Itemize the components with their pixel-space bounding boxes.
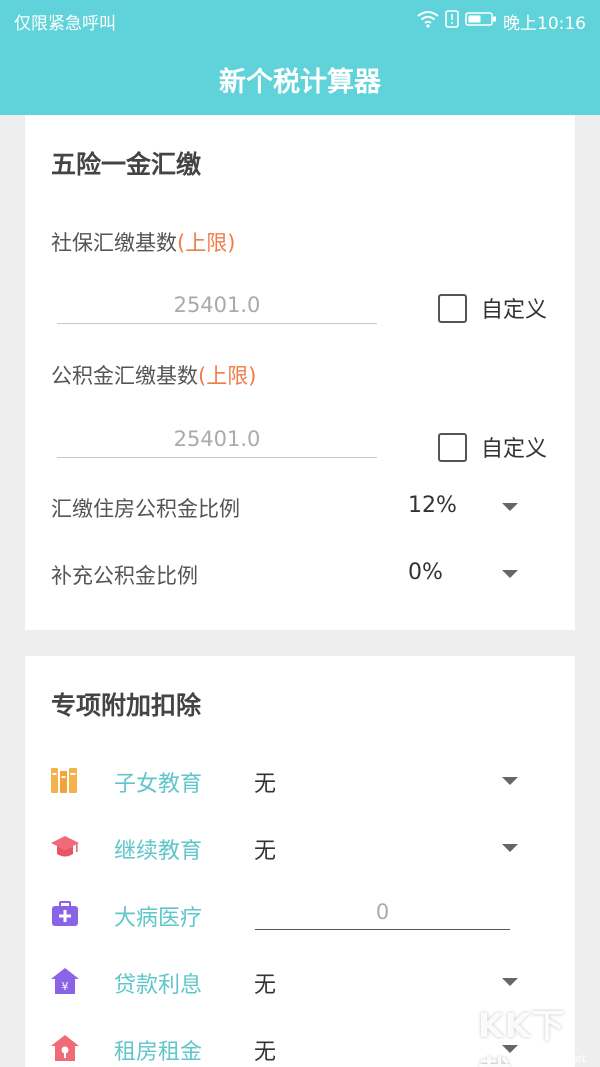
fund-base-custom-toggle[interactable]: 自定义	[438, 431, 547, 463]
serious-illness-label: 大病医疗	[114, 906, 203, 931]
child-education-label: 子女教育	[114, 772, 203, 797]
social-base-custom-checkbox[interactable]	[438, 293, 467, 323]
fund-ratio-select[interactable]: 12%	[408, 493, 457, 518]
loan-interest-label: 贷款利息	[114, 973, 203, 998]
fund-ratio-label: 汇缴住房公积金比例	[51, 497, 240, 521]
fund-base-label-text: 公积金汇缴基数	[51, 364, 198, 388]
continuing-education-select[interactable]: 无	[254, 833, 276, 865]
fund-base-limit-tag: (上限)	[198, 364, 257, 388]
app-title: 新个税计算器	[219, 67, 381, 98]
app-header: 仅限紧急呼叫 晚上10:16 新个税计算器	[0, 0, 600, 115]
wifi-icon	[417, 10, 439, 33]
supp-ratio-dropdown-icon[interactable]	[502, 570, 518, 578]
svg-text:¥: ¥	[62, 980, 69, 993]
deductions-section-title: 专项附加扣除	[51, 691, 202, 720]
child-education-dropdown-icon[interactable]	[502, 777, 518, 785]
social-base-limit-tag: (上限)	[177, 231, 236, 255]
social-base-label: 社保汇缴基数(上限)	[51, 227, 235, 257]
fund-base-custom-label: 自定义	[481, 437, 548, 462]
fund-ratio-dropdown-icon[interactable]	[502, 503, 518, 511]
insurance-card: 五险一金汇缴 社保汇缴基数(上限) 自定义 公积金汇缴基数(上限) 自定义 汇缴…	[25, 115, 575, 630]
status-carrier-text: 仅限紧急呼叫	[14, 14, 116, 34]
alert-sim-icon	[445, 10, 459, 33]
books-icon	[50, 765, 80, 795]
status-bar-right: 晚上10:16	[417, 9, 586, 34]
house-rent-select[interactable]: 无	[254, 1034, 276, 1066]
social-base-custom-label: 自定义	[481, 298, 548, 323]
status-time: 晚上10:16	[503, 14, 586, 34]
fund-base-label: 公积金汇缴基数(上限)	[51, 360, 256, 390]
serious-illness-input[interactable]	[255, 894, 510, 930]
fund-base-custom-checkbox[interactable]	[438, 432, 467, 462]
watermark-url: www.kkx.net	[515, 1052, 586, 1065]
child-education-select[interactable]: 无	[254, 766, 276, 798]
house-rent-label: 租房租金	[114, 1040, 203, 1065]
fund-base-input[interactable]	[57, 420, 377, 458]
continuing-education-label: 继续教育	[114, 839, 203, 864]
social-base-custom-toggle[interactable]: 自定义	[438, 292, 547, 324]
supp-ratio-label: 补充公积金比例	[51, 564, 198, 588]
loan-interest-dropdown-icon[interactable]	[502, 978, 518, 986]
social-base-label-text: 社保汇缴基数	[51, 231, 177, 255]
house-yen-icon: ¥	[50, 966, 80, 996]
watermark: KK下载 www.kkx.net	[478, 997, 596, 1067]
insurance-section-title: 五险一金汇缴	[51, 150, 202, 179]
continuing-education-dropdown-icon[interactable]	[502, 844, 518, 852]
graduation-cap-icon	[50, 832, 80, 862]
house-key-icon	[50, 1033, 80, 1063]
social-base-input[interactable]	[57, 286, 377, 324]
supp-ratio-select[interactable]: 0%	[408, 560, 443, 585]
loan-interest-select[interactable]: 无	[254, 967, 276, 999]
medical-kit-icon	[50, 899, 80, 929]
battery-icon	[465, 11, 497, 32]
